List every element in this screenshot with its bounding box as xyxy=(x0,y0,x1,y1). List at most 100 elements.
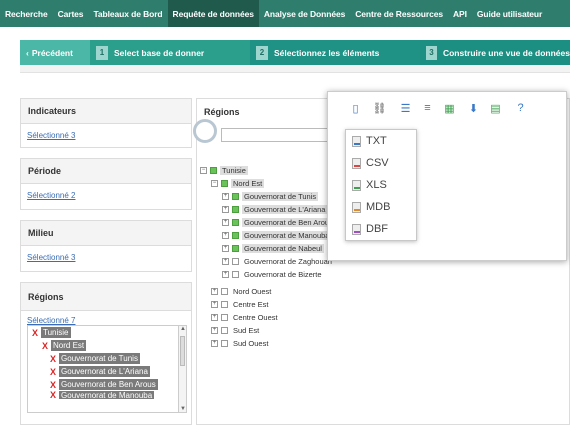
tree-checkbox[interactable] xyxy=(221,326,228,334)
list-item[interactable]: X Gouvernorat de L'Ariana xyxy=(28,365,186,378)
top-nav: Recherche Cartes Tableaux de Bord Requêt… xyxy=(0,0,570,27)
step-subbar xyxy=(20,65,570,73)
remove-x-icon[interactable]: X xyxy=(50,391,56,399)
tree-node[interactable]: + Sud Ouest xyxy=(211,337,270,349)
remove-x-icon[interactable]: X xyxy=(50,354,56,364)
tree-checkbox[interactable] xyxy=(232,192,239,200)
step-1-label: Select base de donner xyxy=(114,47,205,58)
tree-checkbox[interactable] xyxy=(221,339,228,347)
expand-icon[interactable]: + xyxy=(222,244,229,252)
menu-item-xls[interactable]: XLS xyxy=(346,174,416,196)
nav-item-cartes[interactable]: Cartes xyxy=(53,0,89,27)
expand-icon[interactable]: + xyxy=(222,192,229,200)
nav-item-requete[interactable]: Requête de données xyxy=(167,0,259,27)
document-icon[interactable]: ▯ xyxy=(348,100,363,116)
tree-node-label: Gouvernorat de Bizerte xyxy=(244,269,322,279)
list-icon[interactable]: ☰ xyxy=(398,100,413,116)
collapse-icon[interactable]: − xyxy=(211,179,218,187)
tree-node[interactable]: − Nord Est xyxy=(211,177,265,189)
tree-node[interactable]: − Tunisie xyxy=(200,164,248,176)
expand-icon[interactable]: + xyxy=(222,218,229,226)
list-item[interactable]: X Gouvernorat de Manouba xyxy=(28,391,186,399)
menu-item-txt[interactable]: TXT xyxy=(346,130,416,152)
list-item[interactable]: X Gouvernorat de Tunis xyxy=(28,352,186,365)
step-2[interactable]: 2 Sélectionnez les éléments xyxy=(250,40,420,65)
tree-node[interactable]: + Sud Est xyxy=(211,324,261,336)
scroll-up-icon[interactable]: ▲ xyxy=(179,326,186,334)
tree-node[interactable]: + Centre Est xyxy=(211,298,270,310)
tree-node[interactable]: + Gouvernorat de Ben Arous xyxy=(222,216,335,228)
panel-indicateurs: Indicateurs Sélectionné 3 xyxy=(20,98,192,148)
tree-node[interactable]: + Centre Ouest xyxy=(211,311,280,323)
search-icon xyxy=(193,119,217,143)
nav-item-analyse[interactable]: Analyse de Données xyxy=(259,0,350,27)
download-icon[interactable]: ⬇ xyxy=(466,100,481,116)
tree-checkbox[interactable] xyxy=(232,244,239,252)
list-item[interactable]: X Nord Est xyxy=(28,339,186,352)
chevron-left-icon: ‹ xyxy=(26,47,29,58)
tree-node[interactable]: + Gouvernorat de L'Ariana xyxy=(222,203,328,215)
expand-icon[interactable]: + xyxy=(211,287,218,295)
tree-node-label: Gouvernorat de Ben Arous xyxy=(242,217,335,227)
list-item[interactable]: X Tunisie xyxy=(28,326,186,339)
panel-periode: Période Sélectionné 2 xyxy=(20,158,192,210)
selected-regions-list[interactable]: X Tunisie X Nord Est X Gouvernorat de Tunis… xyxy=(27,325,187,413)
periode-selected-link[interactable]: Sélectionné 2 xyxy=(21,184,191,200)
nav-item-api[interactable]: API xyxy=(448,0,472,27)
tree-node[interactable]: + Nord Ouest xyxy=(211,285,273,297)
nav-item-tableaux[interactable]: Tableaux de Bord xyxy=(88,0,167,27)
tree-node[interactable]: + Gouvernorat de Nabeul xyxy=(222,242,324,254)
nav-item-guide[interactable]: Guide utilisateur xyxy=(472,0,547,27)
tree-node[interactable]: + Gouvernorat de Zaghouan xyxy=(222,255,334,267)
step-1[interactable]: 1 Select base de donner xyxy=(90,40,250,65)
tree-checkbox[interactable] xyxy=(221,313,228,321)
remove-x-icon[interactable]: X xyxy=(50,380,56,390)
tree-checkbox[interactable] xyxy=(232,270,239,278)
expand-icon[interactable]: + xyxy=(222,270,229,278)
tree-checkbox[interactable] xyxy=(232,257,239,265)
tree-checkbox[interactable] xyxy=(221,300,228,308)
expand-icon[interactable]: + xyxy=(211,339,218,347)
nav-item-centre[interactable]: Centre de Ressources xyxy=(350,0,448,27)
tree-checkbox[interactable] xyxy=(232,231,239,239)
mdb-file-icon xyxy=(352,201,361,213)
rows-icon[interactable]: ≡ xyxy=(420,100,435,116)
menu-item-mdb[interactable]: MDB xyxy=(346,196,416,218)
list-scrollbar[interactable]: ▲ ▼ xyxy=(178,326,186,412)
scroll-down-icon[interactable]: ▼ xyxy=(179,406,186,412)
nav-item-recherche[interactable]: Recherche xyxy=(0,0,53,27)
menu-item-dbf[interactable]: DBF xyxy=(346,218,416,240)
regions-selected-link[interactable]: Sélectionné 7 xyxy=(21,311,191,325)
tree-node[interactable]: + Gouvernorat de Manouba xyxy=(222,229,332,241)
expand-icon[interactable]: + xyxy=(222,231,229,239)
txt-file-icon xyxy=(352,135,361,147)
scroll-thumb[interactable] xyxy=(180,336,185,366)
remove-x-icon[interactable]: X xyxy=(42,341,48,351)
tree-checkbox[interactable] xyxy=(221,179,228,187)
tree-checkbox[interactable] xyxy=(232,218,239,226)
list-item[interactable]: X Gouvernorat de Ben Arous xyxy=(28,378,186,391)
expand-icon[interactable]: + xyxy=(211,313,218,321)
remove-x-icon[interactable]: X xyxy=(50,367,56,377)
tree-checkbox[interactable] xyxy=(221,287,228,295)
remove-x-icon[interactable]: X xyxy=(32,328,38,338)
expand-icon[interactable]: + xyxy=(211,326,218,334)
step-3[interactable]: 3 Construire une vue de données xyxy=(420,40,570,65)
milieu-selected-link[interactable]: Sélectionné 3 xyxy=(21,246,191,262)
expand-icon[interactable]: + xyxy=(211,300,218,308)
tree-node[interactable]: + Gouvernorat de Bizerte xyxy=(222,268,324,280)
excel-icon[interactable]: ▦ xyxy=(442,100,457,116)
expand-icon[interactable]: + xyxy=(222,205,229,213)
tree-checkbox[interactable] xyxy=(232,205,239,213)
expand-icon[interactable]: + xyxy=(222,257,229,265)
help-icon[interactable]: ? xyxy=(513,100,528,116)
previous-button[interactable]: ‹ Précédent xyxy=(20,40,90,65)
chart-icon[interactable]: ▤ xyxy=(488,100,503,116)
tree-node-label: Nord Est xyxy=(231,178,265,188)
menu-item-csv[interactable]: CSV xyxy=(346,152,416,174)
tree-node[interactable]: + Gouvernorat de Tunis xyxy=(222,190,319,202)
tree-checkbox[interactable] xyxy=(210,166,217,174)
link-icon[interactable]: ⛓ xyxy=(372,100,387,116)
collapse-icon[interactable]: − xyxy=(200,166,207,174)
indicateurs-selected-link[interactable]: Sélectionné 3 xyxy=(21,124,191,140)
